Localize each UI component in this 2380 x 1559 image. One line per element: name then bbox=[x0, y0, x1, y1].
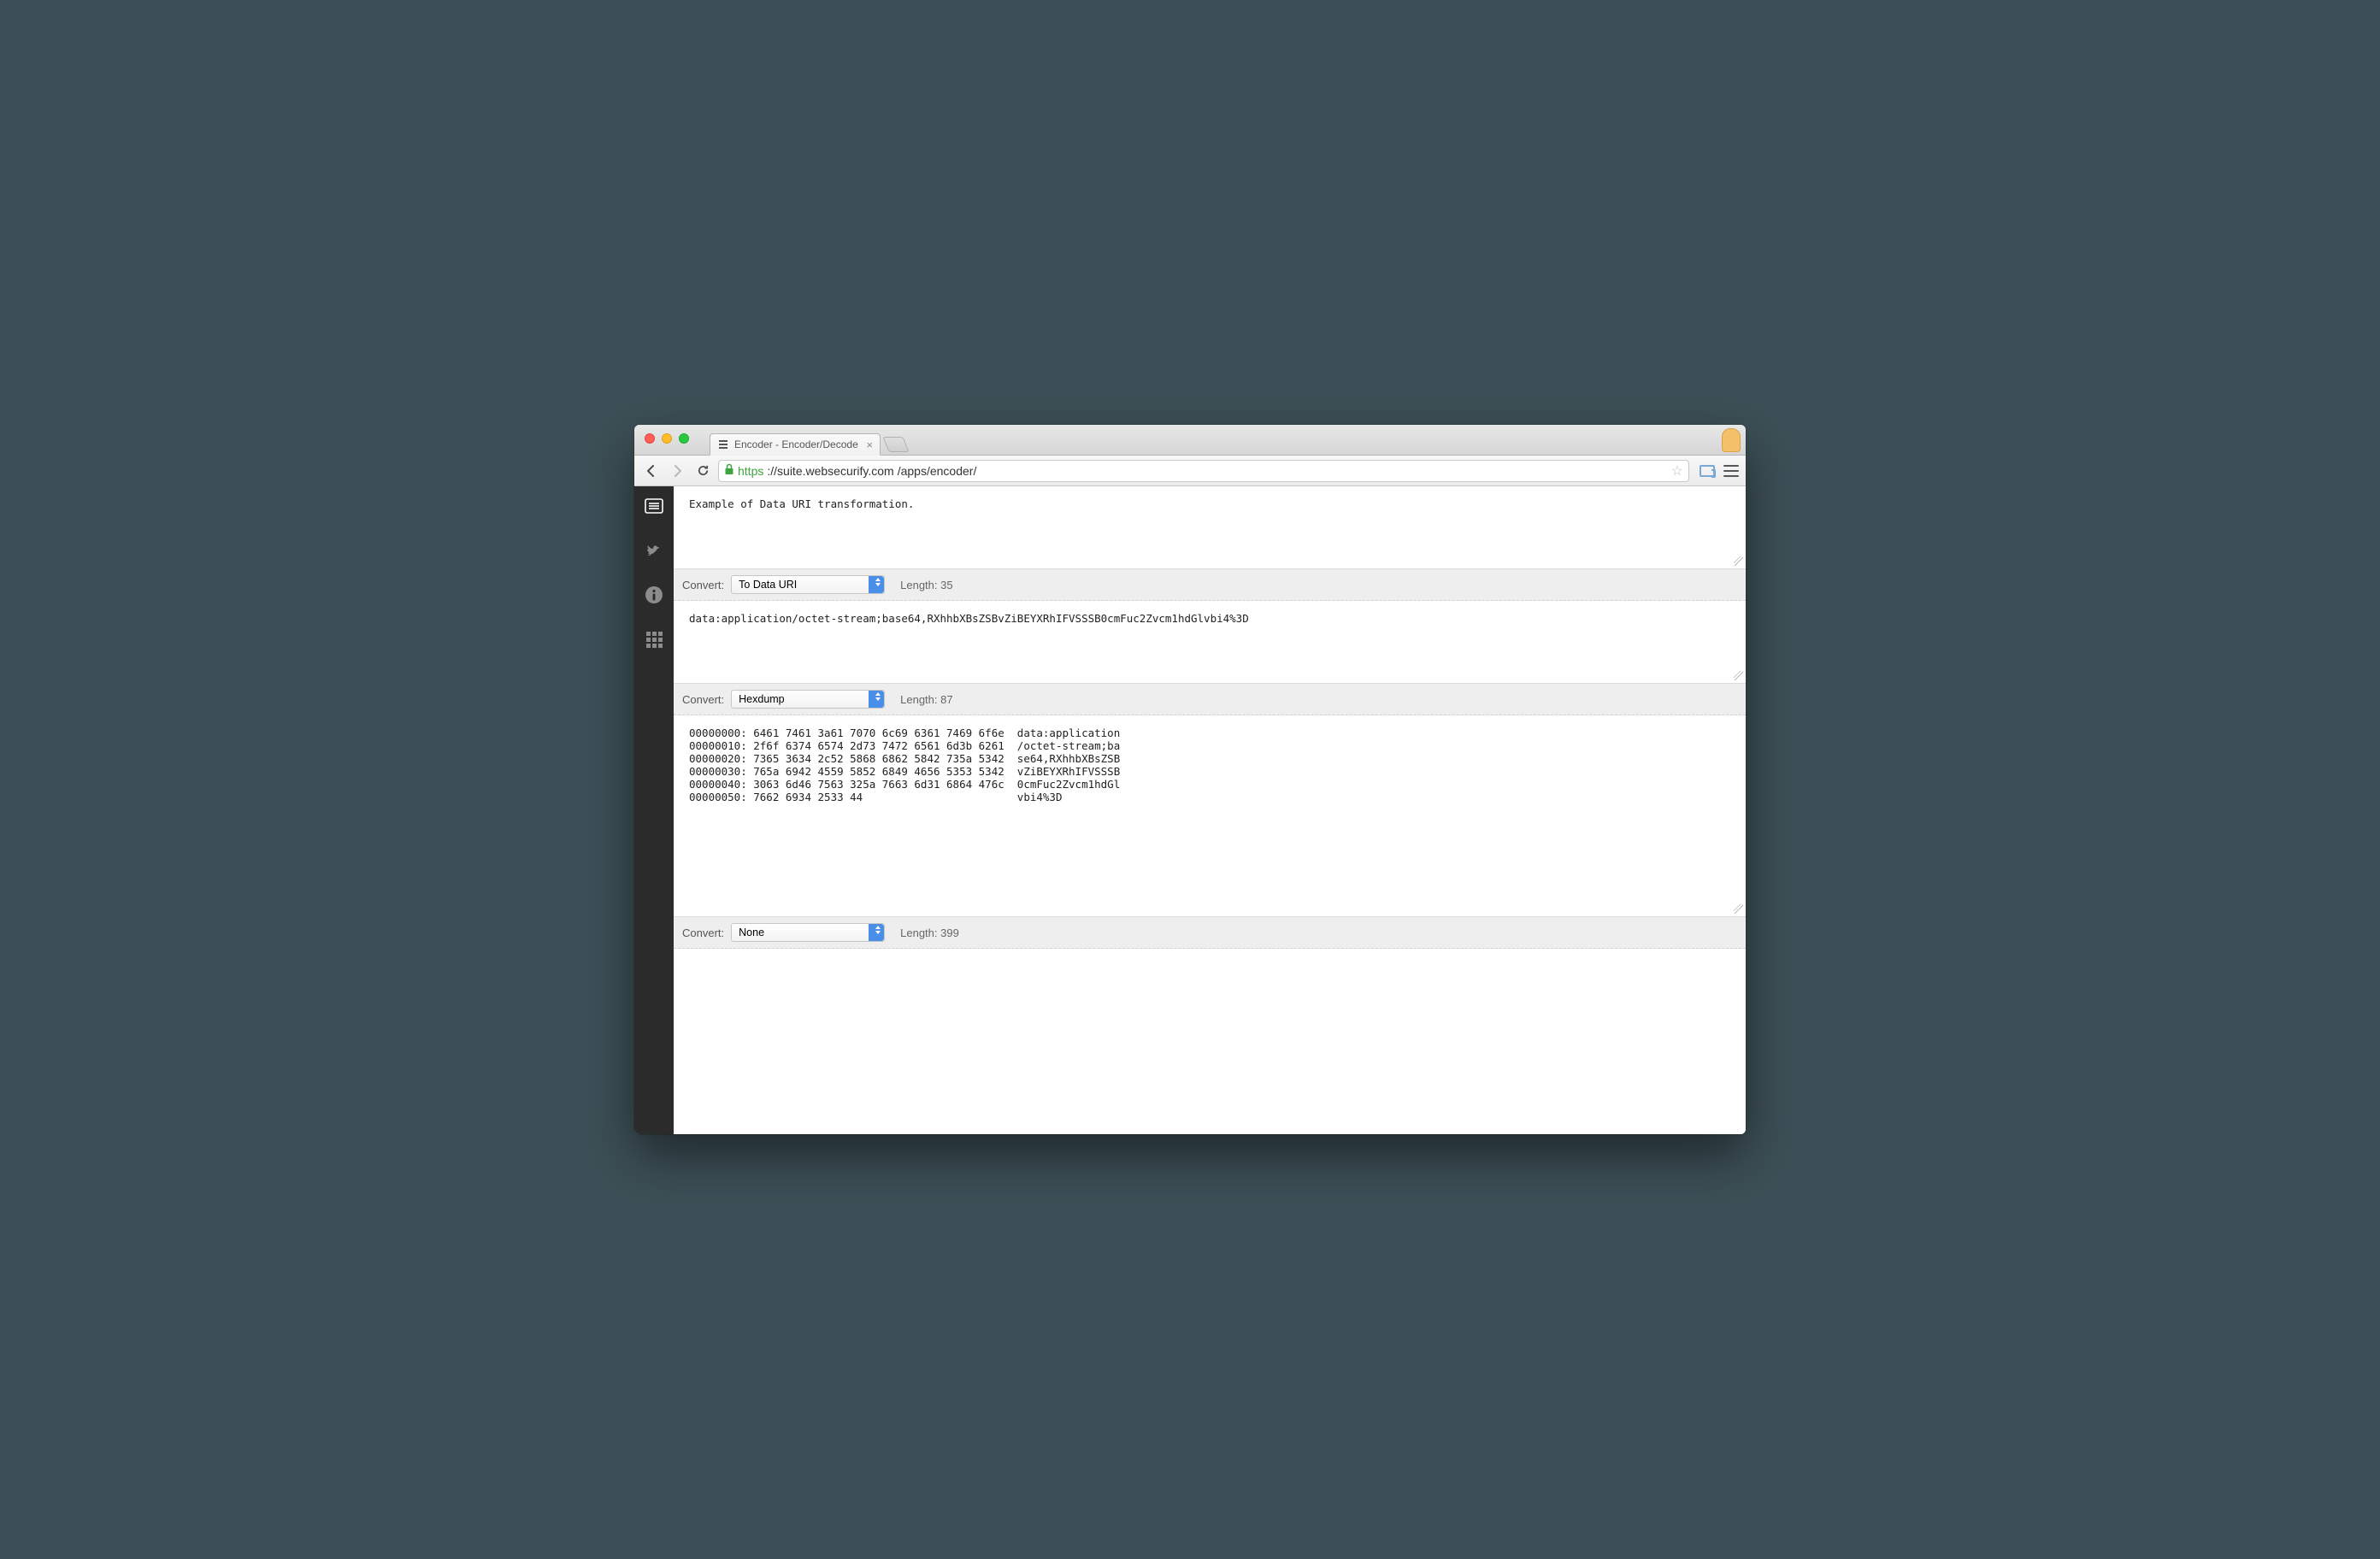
length-label: Length: 399 bbox=[900, 927, 959, 939]
close-window-button[interactable] bbox=[645, 433, 655, 444]
extension-icon[interactable] bbox=[1700, 465, 1715, 477]
app-sidebar bbox=[634, 486, 674, 1134]
tab-favicon bbox=[717, 438, 729, 450]
convert-label: Convert: bbox=[682, 693, 724, 706]
pane-0-controls: Convert: To Data URI Length: 35 bbox=[674, 568, 1746, 601]
sidebar-bird-icon[interactable] bbox=[641, 538, 667, 563]
encoder-content: Convert: To Data URI Length: 35 bbox=[674, 486, 1746, 1134]
app-body: Convert: To Data URI Length: 35 bbox=[634, 486, 1746, 1134]
sidebar-encoder-button[interactable] bbox=[641, 493, 667, 519]
minimize-window-button[interactable] bbox=[662, 433, 672, 444]
length-label: Length: 35 bbox=[900, 579, 952, 591]
toolbar-actions bbox=[1694, 465, 1739, 477]
url-host: ://suite.websecurify.com bbox=[767, 464, 893, 478]
pane-0-textarea[interactable] bbox=[674, 486, 1746, 568]
tab-close-button[interactable]: × bbox=[866, 438, 873, 451]
pane-2-controls: Convert: None Length: 399 bbox=[674, 916, 1746, 949]
url-scheme: https bbox=[738, 464, 763, 478]
titlebar: Encoder - Encoder/Decode × bbox=[634, 425, 1746, 456]
reload-button[interactable] bbox=[692, 461, 713, 481]
sidebar-apps-icon[interactable] bbox=[641, 627, 667, 652]
forward-button[interactable] bbox=[667, 461, 687, 481]
pane-1: Convert: Hexdump Length: 87 bbox=[674, 601, 1746, 715]
lock-icon bbox=[724, 463, 734, 478]
tab-title: Encoder - Encoder/Decode bbox=[734, 438, 858, 450]
browser-window: Encoder - Encoder/Decode × https ://suite… bbox=[634, 425, 1746, 1134]
bookmark-star-icon[interactable]: ☆ bbox=[1671, 462, 1683, 479]
pane-1-textarea[interactable] bbox=[674, 601, 1746, 683]
address-bar[interactable]: https ://suite.websecurify.com/apps/encod… bbox=[718, 460, 1689, 482]
chrome-menu-button[interactable] bbox=[1723, 465, 1739, 477]
back-button[interactable] bbox=[641, 461, 662, 481]
pane-0-length-value: 35 bbox=[940, 579, 952, 591]
new-tab-button[interactable] bbox=[882, 437, 909, 452]
browser-toolbar: https ://suite.websecurify.com/apps/encod… bbox=[634, 456, 1746, 486]
pane-1-controls: Convert: Hexdump Length: 87 bbox=[674, 683, 1746, 715]
pane-2-length-value: 399 bbox=[940, 927, 959, 939]
pane-0: Convert: To Data URI Length: 35 bbox=[674, 486, 1746, 601]
pane-0-convert-select[interactable]: To Data URI bbox=[731, 575, 885, 594]
window-controls bbox=[645, 433, 689, 444]
pane-2-textarea[interactable] bbox=[674, 715, 1746, 916]
url-path: /apps/encoder/ bbox=[898, 464, 977, 478]
length-label: Length: 87 bbox=[900, 693, 952, 706]
pane-1-convert-select[interactable]: Hexdump bbox=[731, 690, 885, 709]
sidebar-info-icon[interactable] bbox=[641, 582, 667, 608]
convert-label: Convert: bbox=[682, 927, 724, 939]
profile-avatar[interactable] bbox=[1722, 428, 1741, 452]
pane-2: Convert: None Length: 399 bbox=[674, 715, 1746, 949]
browser-tab[interactable]: Encoder - Encoder/Decode × bbox=[710, 433, 881, 456]
pane-1-length-value: 87 bbox=[940, 693, 952, 706]
zoom-window-button[interactable] bbox=[679, 433, 689, 444]
pane-2-convert-select[interactable]: None bbox=[731, 923, 885, 942]
convert-label: Convert: bbox=[682, 579, 724, 591]
